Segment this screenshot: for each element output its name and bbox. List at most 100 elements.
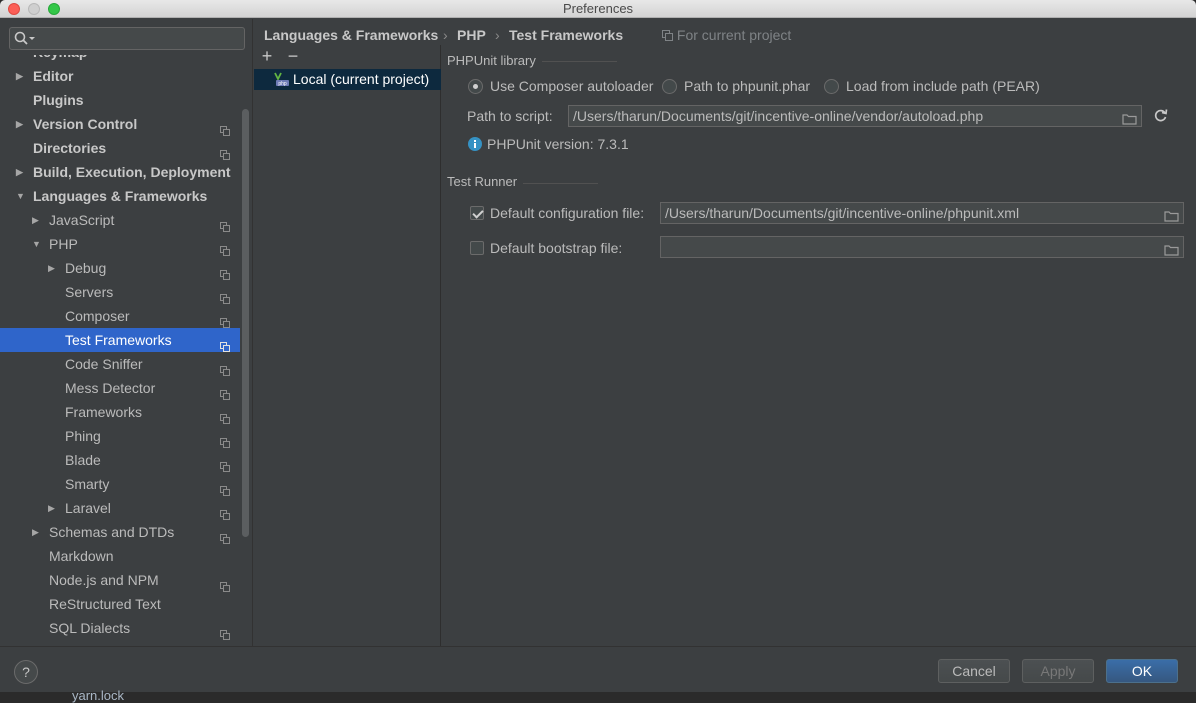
- default-config-checkbox[interactable]: [470, 206, 484, 220]
- sidebar-item-label: ReStructured Text: [49, 596, 161, 612]
- phpunit-version-text: PHPUnit version: 7.3.1: [487, 136, 629, 152]
- ok-button[interactable]: OK: [1106, 659, 1178, 683]
- sidebar-item-label: Schemas and DTDs: [49, 524, 175, 540]
- sidebar-item-phing[interactable]: Phing: [0, 424, 240, 448]
- cancel-button[interactable]: Cancel: [938, 659, 1010, 683]
- refresh-icon[interactable]: [1153, 108, 1168, 126]
- sidebar-item-label: PHP: [49, 236, 78, 252]
- sidebar-item-label: Blade: [65, 452, 101, 468]
- sidebar-item-debug[interactable]: ▶ Debug: [0, 256, 240, 280]
- path-to-script-field[interactable]: /Users/tharun/Documents/git/incentive-on…: [568, 105, 1142, 127]
- path-to-script-value: /Users/tharun/Documents/git/incentive-on…: [573, 108, 984, 124]
- use-composer-radio[interactable]: [468, 79, 483, 94]
- sidebar-item-label: Editor: [33, 68, 74, 84]
- apply-button[interactable]: Apply: [1022, 659, 1094, 683]
- breadcrumb-separator: ›: [443, 27, 448, 43]
- path-phar-radio[interactable]: [662, 79, 677, 94]
- project-scope-icon: [220, 263, 230, 280]
- settings-search-input[interactable]: [9, 27, 245, 50]
- sidebar-item-node-js-and-npm[interactable]: Node.js and NPM: [0, 568, 240, 592]
- chevron-right-icon[interactable]: ▶: [32, 208, 42, 232]
- default-bootstrap-field[interactable]: [660, 236, 1184, 258]
- copy-icon: [662, 30, 673, 41]
- sidebar-item-smarty[interactable]: Smarty: [0, 472, 240, 496]
- default-config-field[interactable]: /Users/tharun/Documents/git/incentive-on…: [660, 202, 1184, 224]
- phpunit-section-title: PHPUnit library: [447, 53, 536, 68]
- sidebar-item-label: Keymap: [33, 55, 87, 64]
- sidebar-item-label: Debug: [65, 260, 107, 276]
- project-scope-icon: [220, 431, 230, 448]
- sidebar-item-markdown[interactable]: Markdown: [0, 544, 240, 568]
- chevron-right-icon[interactable]: ▶: [16, 160, 26, 184]
- chevron-down-icon[interactable]: ▼: [32, 232, 42, 256]
- title-bar: Preferences: [0, 0, 1196, 18]
- sidebar-item-build-execution-deployment[interactable]: ▶ Build, Execution, Deployment: [0, 160, 240, 184]
- project-note-label: For current project: [676, 27, 792, 43]
- sidebar-item-directories[interactable]: Directories: [0, 136, 240, 160]
- sidebar-item-test-frameworks[interactable]: Test Frameworks: [0, 328, 240, 352]
- sidebar-item-keymap[interactable]: Keymap: [0, 55, 240, 64]
- sidebar-item-composer[interactable]: Composer: [0, 304, 240, 328]
- folder-icon[interactable]: [1122, 110, 1137, 126]
- php-config-icon: php: [274, 71, 290, 93]
- path-to-script-label: Path to script:: [467, 108, 553, 124]
- sidebar-item-label: Smarty: [65, 476, 110, 492]
- sidebar-scrollbar[interactable]: [242, 109, 249, 537]
- sidebar-item-label: Languages & Frameworks: [33, 188, 208, 204]
- sidebar-item-sql-dialects[interactable]: SQL Dialects: [0, 616, 240, 640]
- configuration-item-local[interactable]: php Local (current project): [254, 69, 441, 90]
- sidebar-item-javascript[interactable]: ▶ JavaScript: [0, 208, 240, 232]
- folder-icon[interactable]: [1164, 207, 1179, 223]
- sidebar-item-editor[interactable]: ▶ Editor: [0, 64, 240, 88]
- default-config-value: /Users/tharun/Documents/git/incentive-on…: [665, 205, 1020, 221]
- project-scope-icon: [220, 503, 230, 520]
- sidebar-item-schemas-and-dtds[interactable]: ▶ Schemas and DTDs: [0, 520, 240, 544]
- sidebar-item-label: Test Frameworks: [65, 332, 172, 348]
- chevron-right-icon[interactable]: ▶: [32, 520, 42, 544]
- help-button[interactable]: ?: [14, 660, 38, 684]
- chevron-right-icon[interactable]: ▶: [48, 256, 58, 280]
- project-scope-icon: [220, 239, 230, 256]
- remove-button[interactable]: −: [283, 45, 303, 67]
- sidebar-item-label: Laravel: [65, 500, 111, 516]
- sidebar-item-label: Node.js and NPM: [49, 572, 159, 588]
- default-config-label: Default configuration file:: [490, 205, 645, 221]
- sidebar-item-mess-detector[interactable]: Mess Detector: [0, 376, 240, 400]
- search-icon: [14, 31, 36, 50]
- sidebar-item-label: Phing: [65, 428, 101, 444]
- chevron-right-icon[interactable]: ▶: [48, 496, 58, 520]
- default-bootstrap-checkbox[interactable]: [470, 241, 484, 255]
- configurations-toolbar: + −: [254, 45, 441, 69]
- chevron-right-icon[interactable]: ▶: [16, 112, 26, 136]
- test-runner-section-title: Test Runner: [447, 174, 518, 189]
- project-scope-icon: [220, 407, 230, 424]
- project-scope-icon: [220, 479, 230, 496]
- project-scope-icon: [220, 359, 230, 376]
- breadcrumb-languages: Languages & Frameworks: [264, 27, 439, 43]
- default-bootstrap-label: Default bootstrap file:: [490, 240, 623, 256]
- add-button[interactable]: +: [257, 45, 277, 67]
- project-scope-icon: [220, 455, 230, 472]
- sidebar-item-version-control[interactable]: ▶ Version Control: [0, 112, 240, 136]
- sidebar-item-frameworks[interactable]: Frameworks: [0, 400, 240, 424]
- sidebar-item-languages-frameworks[interactable]: ▼ Languages & Frameworks: [0, 184, 240, 208]
- folder-icon[interactable]: [1164, 241, 1179, 257]
- section-divider: [523, 183, 598, 184]
- chevron-right-icon[interactable]: ▶: [16, 64, 26, 88]
- include-path-label: Load from include path (PEAR): [846, 78, 1040, 94]
- sidebar-item-code-sniffer[interactable]: Code Sniffer: [0, 352, 240, 376]
- sidebar-item-plugins[interactable]: Plugins: [0, 88, 240, 112]
- include-path-radio[interactable]: [824, 79, 839, 94]
- breadcrumb-php: PHP: [457, 27, 486, 43]
- sidebar-item-servers[interactable]: Servers: [0, 280, 240, 304]
- preferences-window: Preferences Keymap ▶ Editor Plugins ▶ Version…: [0, 0, 1196, 701]
- info-icon: [468, 137, 482, 154]
- sidebar-item-blade[interactable]: Blade: [0, 448, 240, 472]
- breadcrumb-separator: ›: [495, 27, 500, 43]
- sidebar-item-laravel[interactable]: ▶ Laravel: [0, 496, 240, 520]
- sidebar-item-label: Version Control: [33, 116, 138, 132]
- project-scope-icon: [220, 623, 230, 640]
- chevron-down-icon[interactable]: ▼: [16, 184, 26, 208]
- sidebar-item-restructured-text[interactable]: ReStructured Text: [0, 592, 240, 616]
- sidebar-item-php[interactable]: ▼ PHP: [0, 232, 240, 256]
